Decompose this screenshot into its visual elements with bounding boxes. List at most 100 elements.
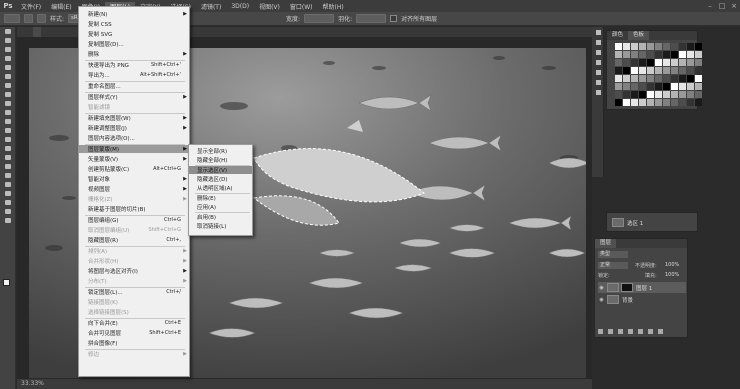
swatch-cell[interactable] xyxy=(655,67,662,74)
swatch-cell[interactable] xyxy=(663,91,670,98)
history-state[interactable]: 选区 1 xyxy=(610,217,698,228)
swatch-cell[interactable] xyxy=(615,91,622,98)
blend-mode-select[interactable]: 正常 xyxy=(598,262,628,269)
swatch-cell[interactable] xyxy=(663,75,670,82)
swatch-cell[interactable] xyxy=(679,99,686,106)
swatch-cell[interactable] xyxy=(655,59,662,66)
swatch-cell[interactable] xyxy=(615,83,622,90)
menu-item[interactable]: 重命名图层... xyxy=(79,82,189,90)
swatch-cell[interactable] xyxy=(639,99,646,106)
menu-item[interactable]: 视频图层 ▶ xyxy=(79,185,189,193)
menu-file[interactable]: 文件(F) xyxy=(16,2,46,11)
swatch-cell[interactable] xyxy=(623,75,630,82)
menu-item[interactable]: 锁定图层(L)... Ctrl+/ xyxy=(79,288,189,296)
menu-item[interactable]: 图层蒙版(M) ▶ xyxy=(79,145,189,153)
foreground-color-swatch[interactable] xyxy=(3,279,10,286)
swatch-cell[interactable] xyxy=(687,51,694,58)
swatch-cell[interactable] xyxy=(695,67,702,74)
zoom-tool-icon[interactable] xyxy=(0,198,16,207)
tab-layers[interactable]: 图层 xyxy=(595,239,617,248)
swatch-cell[interactable] xyxy=(615,59,622,66)
type-tool-icon[interactable] xyxy=(0,162,16,171)
play-icon[interactable] xyxy=(592,37,604,47)
swatch-cell[interactable] xyxy=(655,99,662,106)
clone-stamp-tool-icon[interactable] xyxy=(0,99,16,108)
menu-item[interactable]: 智能对象 ▶ xyxy=(79,175,189,183)
menu-view[interactable]: 视图(V) xyxy=(254,2,285,11)
history-panel-icon[interactable] xyxy=(592,27,604,37)
edit-toolbar-icon[interactable] xyxy=(0,216,16,225)
submenu-item[interactable]: 取消链接(L) xyxy=(189,222,252,230)
swatch-cell[interactable] xyxy=(639,59,646,66)
maximize-icon[interactable]: □ xyxy=(716,0,728,12)
menu-item[interactable]: 复制 SVG xyxy=(79,30,189,38)
submenu-item[interactable]: 应用(A) xyxy=(189,203,252,211)
quick-select-tool-icon[interactable] xyxy=(0,54,16,63)
menu-window[interactable]: 窗口(W) xyxy=(285,2,318,11)
swatch-cell[interactable] xyxy=(671,59,678,66)
swatch-cell[interactable] xyxy=(615,67,622,74)
swatch-cell[interactable] xyxy=(663,43,670,50)
menu-item[interactable]: 合并可见图层 Shift+Ctrl+E xyxy=(79,329,189,337)
swatch-cell[interactable] xyxy=(687,67,694,74)
swatch-cell[interactable] xyxy=(623,67,630,74)
tab-swatches[interactable]: 色板 xyxy=(628,31,650,40)
eyedropper-tool-icon[interactable] xyxy=(0,72,16,81)
tool-preset-picker[interactable] xyxy=(4,14,20,23)
swatch-cell[interactable] xyxy=(623,43,630,50)
close-icon[interactable]: × xyxy=(728,0,740,12)
new-selection-button[interactable] xyxy=(24,14,33,23)
menu-item[interactable]: 图层内容选项(O)... xyxy=(79,134,189,142)
swatch-cell[interactable] xyxy=(639,67,646,74)
menu-item[interactable]: 图层编组(G) Ctrl+G xyxy=(79,216,189,224)
character-icon[interactable] xyxy=(592,67,604,77)
more-tools-icon[interactable] xyxy=(0,207,16,216)
menu-item[interactable]: 新建基于图层的切片(B) xyxy=(79,205,189,213)
layer-row[interactable]: ◉ 图层 1 xyxy=(598,282,686,293)
hand-tool-icon[interactable] xyxy=(0,189,16,198)
swatch-cell[interactable] xyxy=(631,43,638,50)
layer-mask-thumbnail[interactable] xyxy=(621,283,633,292)
swatch-cell[interactable] xyxy=(615,43,622,50)
width-input[interactable] xyxy=(304,14,335,23)
swatch-cell[interactable] xyxy=(695,91,702,98)
swatch-cell[interactable] xyxy=(623,83,630,90)
swatch-cell[interactable] xyxy=(671,83,678,90)
menu-item[interactable]: 创建剪贴蒙版(C) Alt+Ctrl+G xyxy=(79,165,189,173)
swatch-cell[interactable] xyxy=(695,75,702,82)
swatch-cell[interactable] xyxy=(671,91,678,98)
menu-3d[interactable]: 3D(D) xyxy=(226,3,254,10)
crop-tool-icon[interactable] xyxy=(0,63,16,72)
history-brush-tool-icon[interactable] xyxy=(0,108,16,117)
swatch-cell[interactable] xyxy=(671,75,678,82)
swatch-cell[interactable] xyxy=(663,51,670,58)
menu-item[interactable]: 将图层与选区对齐(I) ▶ xyxy=(79,267,189,275)
paragraph-icon[interactable] xyxy=(592,77,604,87)
swatch-cell[interactable] xyxy=(695,59,702,66)
swatch-cell[interactable] xyxy=(687,43,694,50)
swatch-cell[interactable] xyxy=(695,83,702,90)
swatch-cell[interactable] xyxy=(631,99,638,106)
glyphs-icon[interactable] xyxy=(592,87,604,97)
opacity-input[interactable]: 100% xyxy=(665,262,679,268)
swatch-cell[interactable] xyxy=(663,67,670,74)
swatch-cell[interactable] xyxy=(623,99,630,106)
minimize-icon[interactable]: – xyxy=(704,0,716,12)
swatch-cell[interactable] xyxy=(647,99,654,106)
swatch-cell[interactable] xyxy=(639,75,646,82)
swatch-cell[interactable] xyxy=(695,43,702,50)
menu-item[interactable]: 图层样式(Y) ▶ xyxy=(79,93,189,101)
swatch-cell[interactable] xyxy=(655,43,662,50)
menu-item[interactable]: 向下合并(E) Ctrl+E xyxy=(79,319,189,327)
swatch-cell[interactable] xyxy=(671,43,678,50)
swatch-cell[interactable] xyxy=(679,67,686,74)
tab-color[interactable]: 颜色 xyxy=(607,31,628,40)
brush-tool-icon[interactable] xyxy=(0,90,16,99)
swatch-cell[interactable] xyxy=(631,59,638,66)
swatch-cell[interactable] xyxy=(695,51,702,58)
submenu-item[interactable]: 从透明区域(A) xyxy=(189,184,252,192)
submenu-item[interactable]: 显示选区(V) xyxy=(189,166,252,174)
submenu-item[interactable]: 隐藏选区(D) xyxy=(189,175,252,183)
swatch-cell[interactable] xyxy=(631,67,638,74)
menu-help[interactable]: 帮助(H) xyxy=(318,2,349,11)
